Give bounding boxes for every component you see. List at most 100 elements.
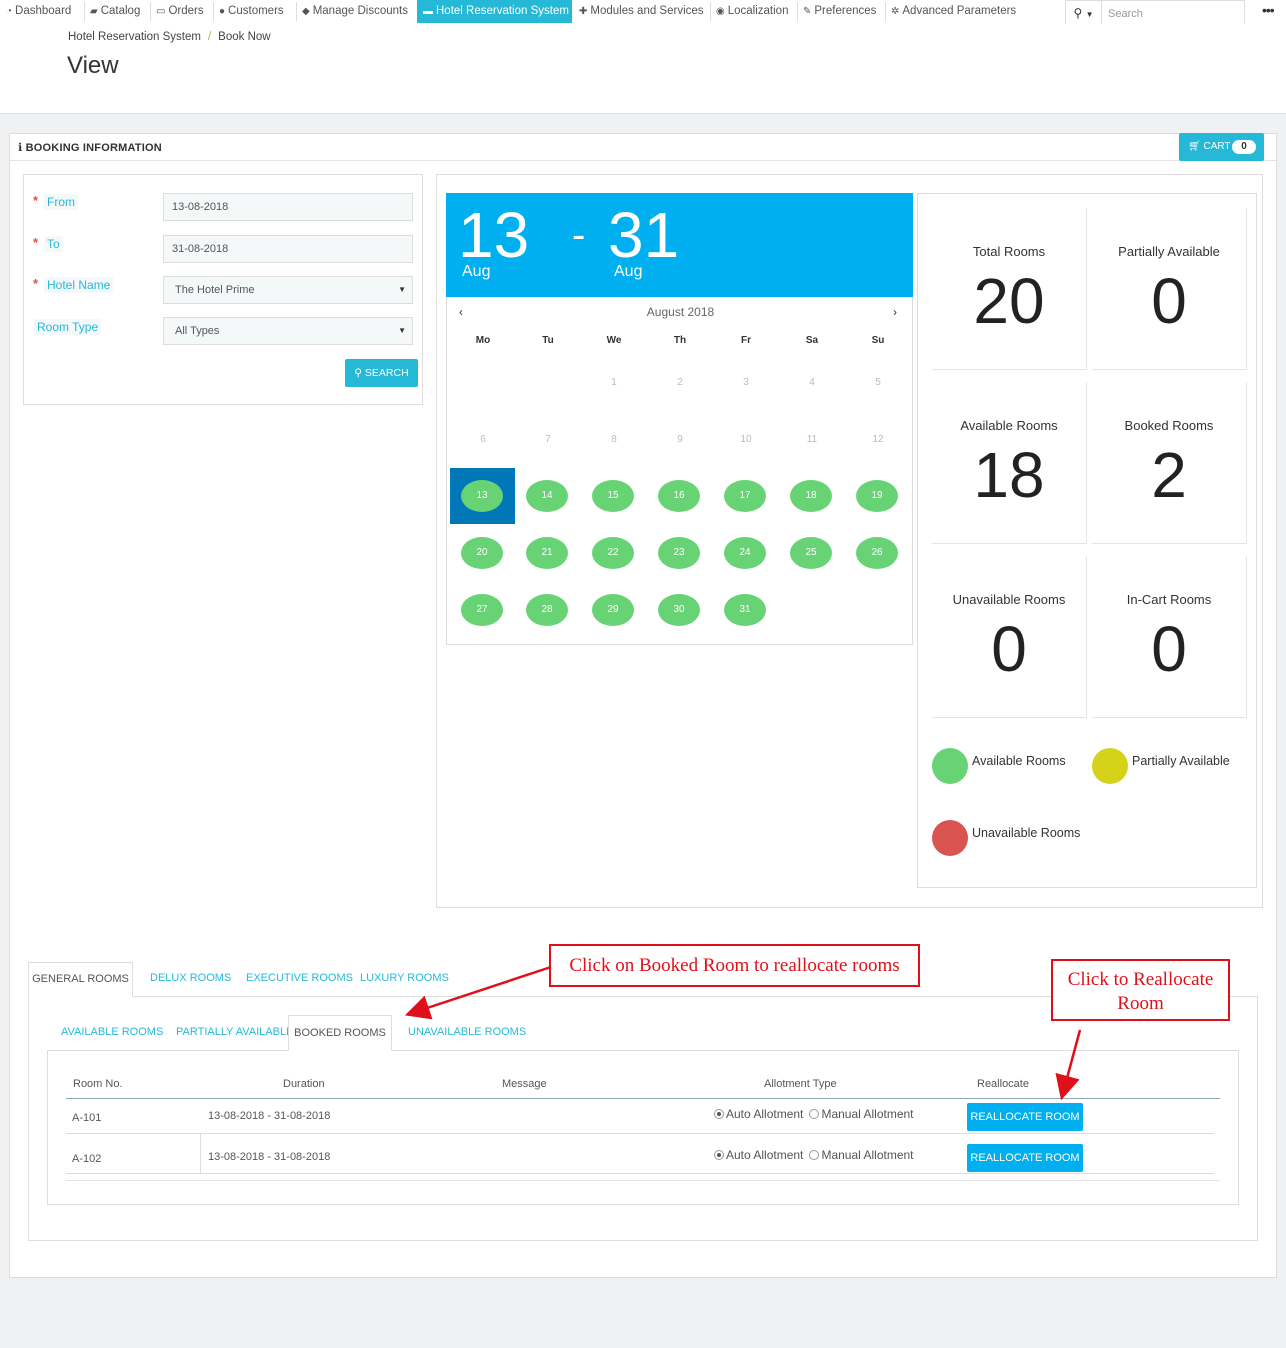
to-date-input[interactable]: 31-08-2018 bbox=[163, 235, 413, 263]
cart-icon: 🛒︎ bbox=[1188, 141, 1201, 152]
calendar-day-available[interactable]: 29 bbox=[592, 594, 634, 626]
calendar-day-past: 1 bbox=[611, 377, 617, 388]
dashboard-icon: ◔ bbox=[6, 6, 13, 17]
calendar-day-available[interactable]: 15 bbox=[592, 480, 634, 512]
required-marker: * bbox=[33, 193, 39, 208]
room-stats: Total Rooms 20 Partially Available 0 Ava… bbox=[917, 193, 1257, 888]
reallocate-callout: Click to Reallocate Room bbox=[1051, 959, 1230, 1021]
calendar-day-available[interactable]: 18 bbox=[790, 480, 832, 512]
search-box: ⚲ ▼ Search bbox=[1065, 0, 1245, 27]
calendar-day-past: 2 bbox=[677, 377, 683, 388]
from-label: From bbox=[44, 194, 78, 210]
auto-allotment-radio[interactable] bbox=[714, 1150, 724, 1160]
nav-customers[interactable]: ● Customers bbox=[219, 0, 284, 23]
calendar-day-available[interactable]: 21 bbox=[526, 537, 568, 569]
manual-allotment-radio[interactable] bbox=[809, 1150, 820, 1160]
hotel-name-select[interactable]: The Hotel Prime ▼ bbox=[163, 276, 413, 304]
allotment-options: Auto Allotment Manual Allotment bbox=[714, 1107, 917, 1121]
calendar-day-available[interactable]: 24 bbox=[724, 537, 766, 569]
info-icon: ℹ bbox=[18, 142, 23, 154]
nav-localization[interactable]: ◉ Localization bbox=[716, 0, 788, 23]
calendar-day-available[interactable]: 20 bbox=[461, 537, 503, 569]
breadcrumb-parent[interactable]: Hotel Reservation System bbox=[68, 31, 201, 43]
stat-partially-available: Partially Available 0 bbox=[1092, 208, 1247, 370]
search-button[interactable]: ⚲ SEARCH bbox=[345, 359, 418, 387]
weekday-header: We bbox=[606, 335, 622, 346]
cogs-icon: ✲ bbox=[891, 6, 900, 17]
wrench-icon: ✎ bbox=[803, 6, 812, 17]
stat-unavailable-rooms: Unavailable Rooms 0 bbox=[932, 556, 1087, 718]
calendar-day-past: 8 bbox=[611, 434, 617, 445]
auto-allotment-radio[interactable] bbox=[714, 1109, 724, 1119]
calendar-day-available[interactable]: 14 bbox=[526, 480, 568, 512]
tab-luxury-rooms[interactable]: LUXURY ROOMS bbox=[360, 972, 449, 984]
search-icon: ⚲ bbox=[354, 367, 362, 379]
calendar-month-label: August 2018 bbox=[646, 305, 715, 319]
calendar-day-available[interactable]: 25 bbox=[790, 537, 832, 569]
room-number: A-101 bbox=[72, 1112, 102, 1124]
cart-button[interactable]: 🛒︎ CART 0 bbox=[1179, 133, 1264, 161]
calendar-day-available[interactable]: 17 bbox=[724, 480, 766, 512]
users-icon: ● bbox=[219, 6, 226, 17]
calendar-day-available[interactable]: 28 bbox=[526, 594, 568, 626]
subtab-unavailable-rooms[interactable]: UNAVAILABLE ROOMS bbox=[408, 1026, 526, 1038]
next-month-icon[interactable]: › bbox=[893, 305, 897, 319]
calendar-day-selected[interactable]: 13 bbox=[461, 480, 503, 512]
legend-partial-label: Partially Available bbox=[1132, 754, 1230, 768]
nav-orders[interactable]: ▭ Orders bbox=[156, 0, 204, 23]
manual-allotment-radio[interactable] bbox=[809, 1109, 820, 1119]
calendar-day-available[interactable]: 16 bbox=[658, 480, 700, 512]
calendar-day-available[interactable]: 26 bbox=[856, 537, 898, 569]
nav-manage-discounts[interactable]: ◆ Manage Discounts bbox=[302, 0, 408, 23]
legend-unavailable-label: Unavailable Rooms bbox=[972, 826, 1081, 840]
room-type-select[interactable]: All Types ▼ bbox=[163, 317, 413, 345]
tab-general-rooms[interactable]: GENERAL ROOMS bbox=[28, 962, 133, 997]
to-month: Aug bbox=[614, 263, 643, 280]
tab-delux-rooms[interactable]: DELUX ROOMS bbox=[150, 972, 231, 984]
calendar-day-available[interactable]: 22 bbox=[592, 537, 634, 569]
tab-executive-rooms[interactable]: EXECUTIVE ROOMS bbox=[246, 972, 353, 984]
nav-hotel-reservation[interactable]: ▬ Hotel Reservation System bbox=[417, 0, 572, 23]
legend-available-label: Available Rooms bbox=[972, 754, 1066, 768]
weekday-header: Tu bbox=[542, 335, 554, 346]
subtab-booked-rooms[interactable]: BOOKED ROOMS bbox=[288, 1015, 392, 1051]
reallocate-room-button[interactable]: REALLOCATE ROOM bbox=[967, 1144, 1083, 1172]
reallocate-room-button[interactable]: REALLOCATE ROOM bbox=[967, 1103, 1083, 1131]
subtab-partially-available[interactable]: PARTIALLY AVAILABLE bbox=[176, 1026, 293, 1038]
calendar-day-past: 11 bbox=[806, 434, 818, 445]
calendar-day-available[interactable]: 31 bbox=[724, 594, 766, 626]
calendar-day-past: 5 bbox=[875, 377, 881, 388]
more-menu-icon[interactable]: ••• bbox=[1262, 2, 1275, 18]
calendar-day-available[interactable]: 19 bbox=[856, 480, 898, 512]
book-icon: ▰ bbox=[90, 6, 98, 17]
col-duration: Duration bbox=[283, 1078, 325, 1090]
calendar-day-available[interactable]: 23 bbox=[658, 537, 700, 569]
room-number: A-102 bbox=[72, 1153, 102, 1165]
nav-dashboard[interactable]: ◔ Dashboard bbox=[6, 0, 71, 23]
hotel-name-label: Hotel Name bbox=[44, 277, 114, 293]
page-header: Hotel Reservation System / Book Now View bbox=[0, 24, 1286, 114]
tag-icon: ◆ bbox=[302, 6, 310, 17]
nav-divider bbox=[710, 2, 711, 21]
nav-modules[interactable]: ✚ Modules and Services bbox=[579, 0, 704, 23]
col-allotment-type: Allotment Type bbox=[764, 1078, 837, 1090]
search-input[interactable]: Search bbox=[1108, 1, 1143, 26]
calendar-day-available[interactable]: 30 bbox=[658, 594, 700, 626]
search-icon: ⚲ bbox=[1073, 6, 1083, 20]
calendar-day-past: 10 bbox=[740, 434, 752, 445]
puzzle-icon: ✚ bbox=[579, 6, 588, 17]
from-date-input[interactable]: 13-08-2018 bbox=[163, 193, 413, 221]
booking-search-form: * From 13-08-2018 * To 31-08-2018 * Hote… bbox=[23, 174, 423, 405]
search-dropdown-button[interactable]: ⚲ ▼ bbox=[1066, 1, 1102, 26]
nav-advanced-parameters[interactable]: ✲ Advanced Parameters bbox=[891, 0, 1016, 23]
subtab-available-rooms[interactable]: AVAILABLE ROOMS bbox=[61, 1026, 163, 1038]
weekday-header: Fr bbox=[741, 335, 751, 346]
to-label: To bbox=[44, 236, 63, 252]
nav-catalog[interactable]: ▰ Catalog bbox=[90, 0, 140, 23]
panel-title: ℹ BOOKING INFORMATION bbox=[18, 142, 162, 154]
calendar-day-available[interactable]: 27 bbox=[461, 594, 503, 626]
cart-count-badge: 0 bbox=[1232, 140, 1256, 154]
nav-preferences[interactable]: ✎ Preferences bbox=[803, 0, 876, 23]
weekday-header: Mo bbox=[475, 335, 491, 346]
from-month: Aug bbox=[462, 263, 491, 280]
